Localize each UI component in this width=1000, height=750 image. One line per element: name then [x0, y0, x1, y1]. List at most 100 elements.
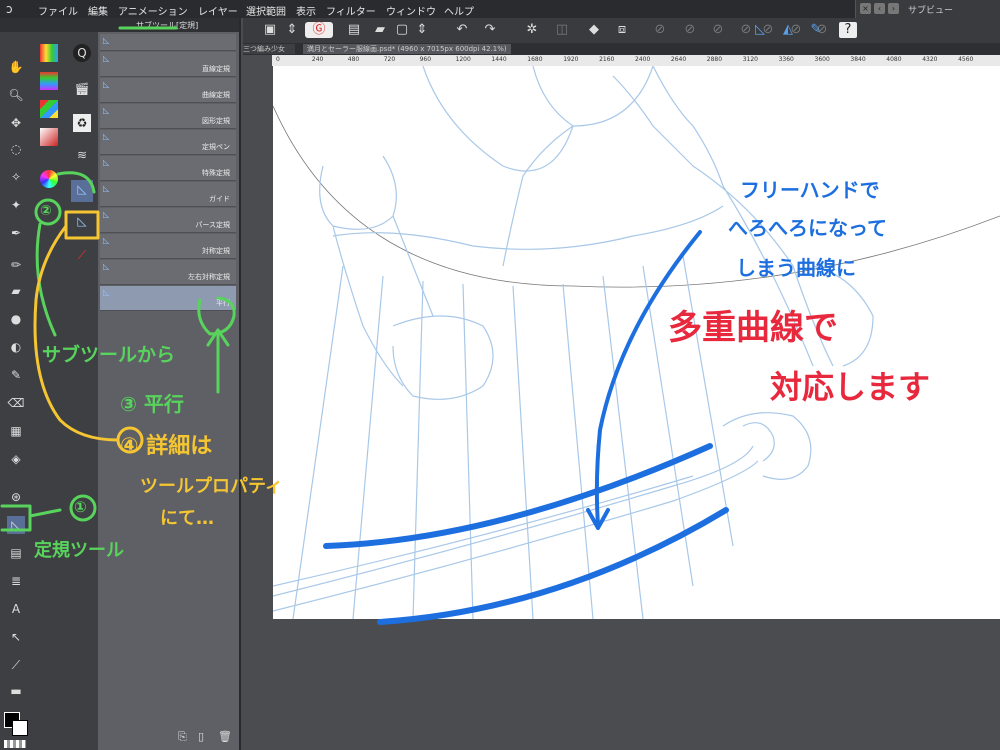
subview-next-icon[interactable]: › — [888, 3, 899, 14]
ruler-icon: ◺ — [103, 158, 110, 167]
redo-icon[interactable]: ↷ — [481, 22, 499, 38]
wand-tool-icon[interactable]: ✧ — [7, 168, 25, 186]
hand-tool-icon[interactable]: ✋ — [7, 58, 25, 76]
copy-subtool-icon[interactable]: ⎘ — [178, 730, 187, 744]
delete-subtool-icon[interactable]: 🗑︎ — [218, 730, 232, 743]
snap-icon-1[interactable]: ⊘ — [651, 22, 669, 38]
ruler-tick-label: 4080 — [886, 56, 902, 63]
pencil-tool-icon[interactable]: ✏ — [7, 256, 25, 274]
save-file-icon[interactable]: ▢ — [393, 22, 411, 38]
ruler-tick-label: 1440 — [491, 56, 507, 63]
subview-prev-icon[interactable]: ‹ — [874, 3, 885, 14]
help-icon[interactable]: ? — [839, 22, 857, 38]
gradient-tool-icon[interactable]: ▦ — [7, 422, 25, 440]
special-ruler-snap-icon[interactable]: ◭ — [779, 22, 797, 38]
ruler-tick-label: 0 — [276, 56, 280, 63]
menu-file[interactable]: ファイル — [38, 3, 78, 18]
menu-help[interactable]: ヘルプ — [444, 3, 474, 18]
subtool-item-lr-symmetry-ruler[interactable]: ◺ 左右対称定規 — [100, 260, 236, 285]
new-subtool-icon[interactable]: ▯ — [198, 730, 204, 743]
animation-icon[interactable]: 🎬︎ — [73, 80, 91, 98]
subtool-item-symmetry-ruler[interactable]: ◺ 対称定規 — [100, 234, 236, 259]
ruler-tick-label: 960 — [419, 56, 432, 63]
transform-icon[interactable]: ⧈ — [613, 22, 631, 38]
snap-icon-3[interactable]: ⊘ — [709, 22, 727, 38]
open-icon[interactable]: ▰ — [371, 22, 389, 38]
brush-tool-icon[interactable]: ▰ — [7, 282, 25, 300]
subtool-item-label: 平行 — [216, 299, 230, 307]
approximate-color-icon[interactable] — [40, 128, 58, 146]
subtool-item-parallel[interactable]: ◺ 平行 — [100, 286, 236, 311]
blend-tool-icon[interactable]: ● — [7, 310, 25, 328]
subtool-item-special-ruler[interactable]: ◺ 特殊定規 — [100, 156, 236, 181]
subtool-item-line-ruler[interactable]: ◺ 直線定規 — [100, 52, 236, 77]
menu-window[interactable]: ウィンドウ — [386, 3, 436, 18]
fill-tool-icon[interactable]: ◈ — [7, 450, 25, 468]
step3-label: ③ 平行 — [120, 392, 184, 416]
frame-tool-icon[interactable]: ▤ — [7, 544, 25, 562]
screentone-tool-icon[interactable]: ▬ — [7, 682, 25, 700]
subtool-item-figure-ruler[interactable]: ◺ 図形定規 — [100, 104, 236, 129]
navigator-icon[interactable]: Q — [73, 44, 91, 62]
ruler-tick-label: 4320 — [922, 56, 938, 63]
selection-icon[interactable]: ◫ — [553, 22, 571, 38]
subtool-group-header[interactable]: ◺ — [100, 34, 236, 51]
sub-color-swatch[interactable] — [12, 720, 28, 736]
subtool-item-label: 特殊定規 — [202, 169, 230, 177]
color-wheel-icon[interactable] — [40, 170, 58, 188]
subtool-item-ruler-pen[interactable]: ◺ 定規ペン — [100, 130, 236, 155]
material-icon[interactable]: ♻ — [73, 114, 91, 132]
clip-studio-logo-icon[interactable]: Ⓖ — [305, 22, 333, 38]
layer-icon[interactable]: ≋ — [73, 146, 91, 164]
pen-tool-icon[interactable]: ✒ — [7, 224, 25, 242]
menu-edit[interactable]: 編集 — [88, 3, 108, 18]
eraser-tool-icon[interactable]: ⌫ — [7, 394, 25, 412]
menu-layer[interactable]: レイヤー — [198, 3, 238, 18]
menu-view[interactable]: 表示 — [296, 3, 316, 18]
snap-icon-2[interactable]: ⊘ — [681, 22, 699, 38]
loading-icon[interactable]: ✲ — [523, 22, 541, 38]
decoration-tool-icon[interactable]: ✎ — [7, 366, 25, 384]
pen-icon[interactable]: ✎ — [807, 22, 825, 38]
subtool-item-guide[interactable]: ◺ ガイド — [100, 182, 236, 207]
tab-document-2[interactable]: 満月とセーラー服線画.psd* (4960 x 7015px 600dpi 42… — [303, 44, 511, 54]
stroke-icon[interactable]: ⟋ — [73, 246, 91, 264]
move-tool-icon[interactable]: ✥ — [7, 114, 25, 132]
zoom-tool-icon[interactable]: 🔍︎ — [7, 86, 25, 104]
airbrush-tool-icon[interactable]: ◐ — [7, 338, 25, 356]
eyedropper-tool-icon[interactable]: ✦ — [7, 196, 25, 214]
color-slider-icon[interactable] — [40, 72, 58, 90]
save-icon[interactable]: ▣ — [261, 22, 279, 38]
menu-selection[interactable]: 選択範囲 — [246, 3, 286, 18]
intermediate-color-icon[interactable] — [40, 100, 58, 118]
lasso-tool-icon[interactable]: ◌ — [7, 140, 25, 158]
stepper-icon[interactable]: ⇕ — [283, 22, 301, 38]
undo-icon[interactable]: ↶ — [453, 22, 471, 38]
aux-panel-header — [66, 18, 98, 32]
app-logo-icon[interactable]: ↄ — [6, 2, 20, 16]
correction-tool-icon[interactable]: ⟋ — [7, 656, 25, 674]
tool-panel-header — [0, 18, 32, 32]
transparent-color-swatch[interactable] — [4, 740, 26, 748]
menu-animation[interactable]: アニメーション — [118, 3, 188, 18]
subview-close-icon[interactable]: × — [860, 3, 871, 14]
new-icon[interactable]: ▤ — [345, 22, 363, 38]
ruler-tool-icon[interactable]: ◺ — [7, 516, 25, 534]
subtool-item-curve-ruler[interactable]: ◺ 曲線定規 — [100, 78, 236, 103]
ruler-tick-label: 3840 — [850, 56, 866, 63]
frame-border-tool-icon[interactable]: ≣ — [7, 572, 25, 590]
operation-tool-icon[interactable]: ⊛ — [7, 488, 25, 506]
color-set-icon[interactable] — [40, 44, 58, 62]
subtool-item-perspective-ruler[interactable]: ◺ パース定規 — [100, 208, 236, 233]
text-tool-icon[interactable]: A — [7, 600, 25, 618]
ruler-subtool-detail-icon[interactable]: ◺ — [71, 212, 93, 234]
save-stepper-icon[interactable]: ⇕ — [413, 22, 431, 38]
tab-document-1[interactable]: 三つ編み少女 — [243, 44, 295, 54]
menu-filter[interactable]: フィルター — [326, 3, 376, 18]
ruler-subtool-group-icon[interactable]: ◺ — [71, 180, 93, 202]
fill-icon[interactable]: ◆ — [585, 22, 603, 38]
drawing-canvas[interactable] — [273, 66, 1000, 619]
ruler-snap-icon[interactable]: ◺ — [751, 22, 769, 38]
ruler-icon: ◺ — [103, 184, 110, 193]
balloon-tool-icon[interactable]: ↖ — [7, 628, 25, 646]
